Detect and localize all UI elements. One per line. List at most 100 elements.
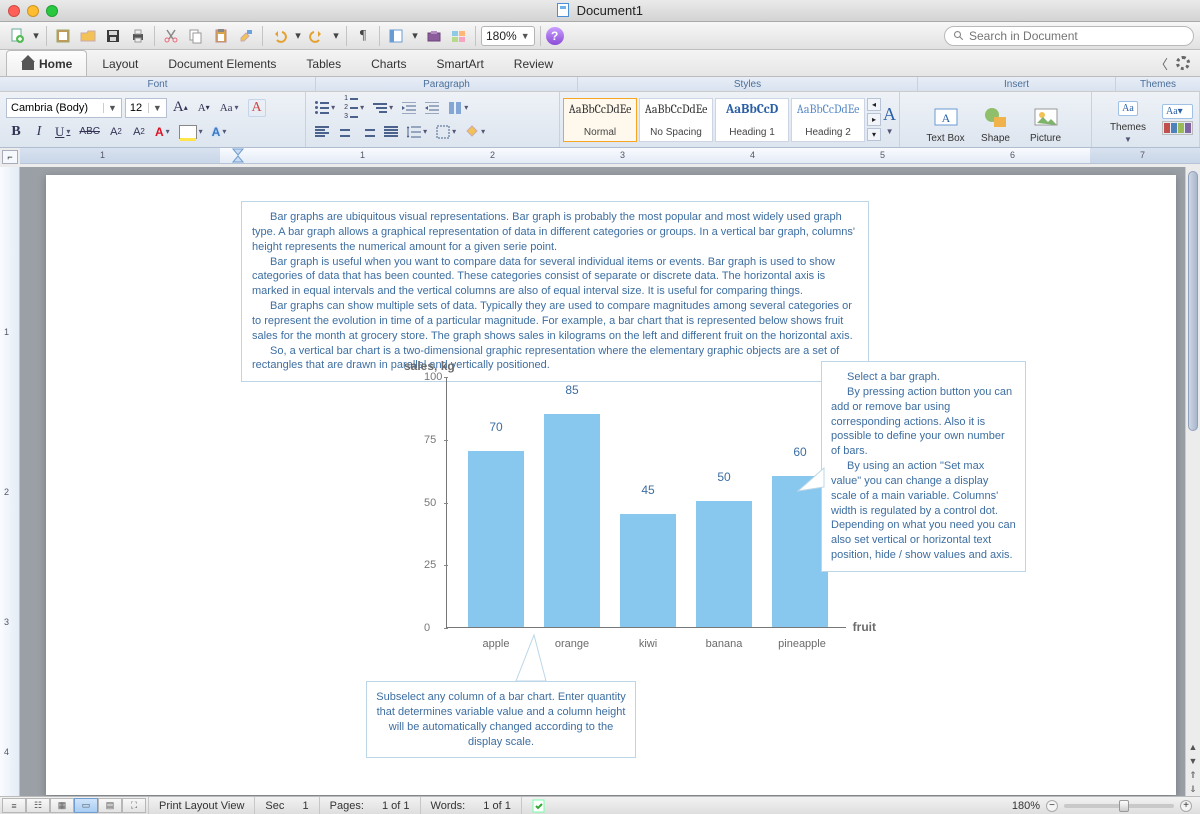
style-normal[interactable]: AaBbCcDdEeNormal	[563, 98, 637, 142]
view-outline-button[interactable]: ☷	[26, 798, 50, 813]
font-name-combo[interactable]: ▼	[6, 98, 122, 118]
numbering-button[interactable]: 123	[341, 98, 367, 118]
align-justify-button[interactable]	[381, 122, 401, 142]
style-next-button[interactable]: ▸	[867, 113, 881, 126]
help-button[interactable]: ?	[546, 27, 564, 45]
undo-dropdown[interactable]: ▾	[293, 25, 303, 47]
align-center-button[interactable]	[335, 122, 355, 142]
change-case-button[interactable]: Aa	[217, 98, 242, 118]
insert-shape-button[interactable]: Shape	[971, 96, 1021, 144]
style-no-spacing[interactable]: AaBbCcDdEeNo Spacing	[639, 98, 713, 142]
zoom-window-button[interactable]	[46, 5, 58, 17]
font-size-combo[interactable]: ▼	[125, 98, 167, 118]
tab-tables[interactable]: Tables	[291, 50, 356, 76]
format-painter-button[interactable]	[235, 25, 257, 47]
style-expand-button[interactable]: ▾	[867, 128, 881, 141]
font-name-dropdown[interactable]: ▼	[103, 103, 121, 113]
bold-button[interactable]: B	[6, 122, 26, 142]
bar-orange[interactable]	[544, 414, 600, 627]
redo-dropdown[interactable]: ▾	[331, 25, 341, 47]
zoom-out-button[interactable]: −	[1046, 800, 1058, 812]
print-button[interactable]	[127, 25, 149, 47]
tab-review[interactable]: Review	[499, 50, 568, 76]
new-button-dropdown[interactable]: ▾	[31, 25, 41, 47]
bar-chart[interactable]: sales, kg fruit 0 25 50 75 100 70 apple …	[396, 355, 876, 670]
toolbox-button[interactable]	[423, 25, 445, 47]
zoom-knob[interactable]	[1119, 800, 1129, 812]
themes-button[interactable]: Aa Themes▼	[1098, 96, 1158, 144]
theme-fonts-button[interactable]: Aa▾	[1162, 104, 1193, 119]
style-prev-button[interactable]: ◂	[867, 98, 881, 111]
multilevel-button[interactable]	[370, 98, 396, 118]
page-up-button[interactable]: ⇑	[1186, 768, 1200, 782]
tab-layout[interactable]: Layout	[87, 50, 153, 76]
gear-icon[interactable]	[1176, 56, 1190, 70]
indent-increase-button[interactable]	[422, 98, 442, 118]
zoom-track[interactable]	[1064, 804, 1174, 808]
zoom-in-button[interactable]: +	[1180, 800, 1192, 812]
clear-format-button[interactable]: A	[245, 98, 269, 118]
show-marks-button[interactable]: ¶	[352, 25, 374, 47]
bar-kiwi[interactable]	[620, 514, 676, 627]
search-input[interactable]	[969, 29, 1185, 43]
columns-button[interactable]	[445, 98, 471, 118]
shrink-font-button[interactable]: A▾	[194, 98, 214, 118]
bar-pineapple[interactable]	[772, 476, 828, 627]
tab-selector[interactable]: ⌐	[2, 150, 18, 164]
cut-button[interactable]	[160, 25, 182, 47]
strikethrough-button[interactable]: ABC	[76, 122, 103, 142]
vertical-scrollbar[interactable]: ▲ ▼ ⇑ ⇓	[1185, 167, 1200, 796]
minimize-window-button[interactable]	[27, 5, 39, 17]
sidebar-button[interactable]	[385, 25, 407, 47]
superscript-button[interactable]: A2	[106, 122, 126, 142]
subscript-button[interactable]: A2	[129, 122, 149, 142]
style-heading2[interactable]: AaBbCcDdEeHeading 2	[791, 98, 865, 142]
font-size-input[interactable]	[126, 102, 148, 114]
undo-button[interactable]	[268, 25, 290, 47]
bar-banana[interactable]	[696, 501, 752, 627]
grow-font-button[interactable]: A▴	[170, 98, 191, 118]
shading-button[interactable]	[462, 122, 488, 142]
page[interactable]: Bar graphs are ubiquitous visual represe…	[46, 175, 1176, 795]
line-spacing-button[interactable]	[404, 122, 430, 142]
align-right-button[interactable]	[358, 122, 378, 142]
gallery-button[interactable]	[448, 25, 470, 47]
highlight-button[interactable]	[176, 122, 206, 142]
font-color-button[interactable]: A	[152, 122, 173, 142]
style-heading1[interactable]: AaBbCcDHeading 1	[715, 98, 789, 142]
view-fullscreen-button[interactable]: ⛶	[122, 798, 146, 813]
styles-pane-icon[interactable]: A	[883, 104, 896, 125]
scroll-up-button[interactable]: ▲	[1186, 740, 1200, 754]
copy-button[interactable]	[185, 25, 207, 47]
bullets-button[interactable]	[312, 98, 338, 118]
bar-apple[interactable]	[468, 451, 524, 627]
paste-button[interactable]	[210, 25, 232, 47]
save-button[interactable]	[102, 25, 124, 47]
tab-charts[interactable]: Charts	[356, 50, 421, 76]
font-size-dropdown[interactable]: ▼	[148, 103, 166, 113]
collapse-ribbon-button[interactable]: 〈	[1155, 54, 1168, 73]
tab-home[interactable]: Home	[6, 50, 87, 76]
scroll-down-button[interactable]: ▼	[1186, 754, 1200, 768]
indent-decrease-button[interactable]	[399, 98, 419, 118]
callout-right[interactable]: Select a bar graph. By pressing action b…	[821, 361, 1026, 572]
tab-smartart[interactable]: SmartArt	[421, 50, 498, 76]
italic-button[interactable]: I	[29, 122, 49, 142]
view-print-layout-button[interactable]: ▭	[74, 798, 98, 813]
new-document-button[interactable]	[6, 25, 28, 47]
document-canvas[interactable]: Bar graphs are ubiquitous visual represe…	[20, 167, 1185, 796]
scrollbar-thumb[interactable]	[1188, 171, 1198, 431]
open-button[interactable]	[77, 25, 99, 47]
view-notebook-button[interactable]: ▤	[98, 798, 122, 813]
view-draft-button[interactable]: ≡	[2, 798, 26, 813]
close-window-button[interactable]	[8, 5, 20, 17]
theme-colors-button[interactable]	[1162, 121, 1193, 135]
underline-button[interactable]: U	[52, 122, 73, 142]
zoom-combo[interactable]: 180% ▼	[481, 26, 535, 46]
text-effect-button[interactable]: A	[209, 122, 230, 142]
borders-button[interactable]	[433, 122, 459, 142]
status-spellcheck[interactable]	[521, 797, 558, 814]
view-publishing-button[interactable]: ▦	[50, 798, 74, 813]
align-left-button[interactable]	[312, 122, 332, 142]
ruler-horizontal[interactable]: 1 1 2 3 4 5 6 7	[20, 148, 1200, 164]
